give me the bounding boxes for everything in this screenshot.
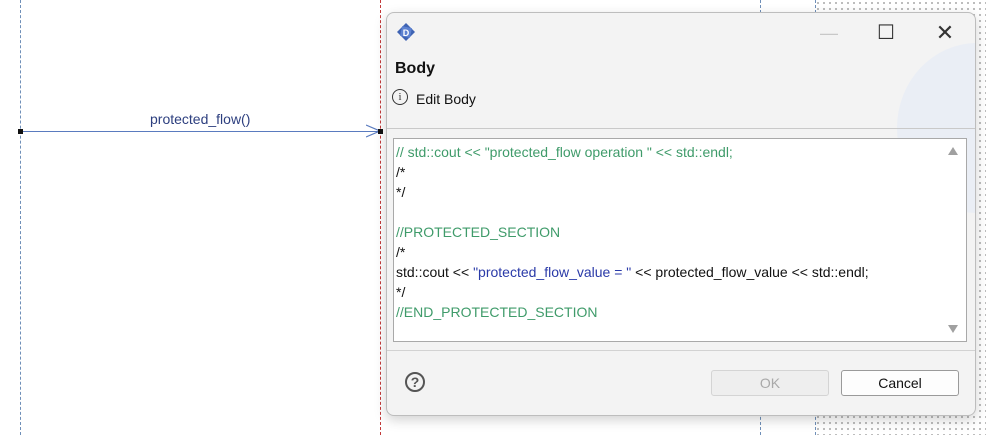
code-line[interactable]: /* (396, 242, 869, 262)
code-line[interactable]: //END_PROTECTED_SECTION (396, 302, 869, 322)
code-line[interactable]: */ (396, 282, 869, 302)
maximize-button[interactable]: ☐ (866, 19, 906, 47)
lifeline-left (20, 0, 21, 435)
svg-text:D: D (403, 28, 410, 38)
scroll-up-arrow-icon[interactable] (948, 147, 958, 155)
code-line[interactable]: std::cout << "protected_flow_value = " <… (396, 262, 869, 282)
code-token: << protected_flow_value << std::endl; (631, 264, 869, 280)
message-line[interactable] (20, 131, 380, 132)
lifeline-center (380, 0, 381, 435)
code-line[interactable]: // std::cout << "protected_flow operatio… (396, 142, 869, 162)
message-target-anchor[interactable] (378, 129, 383, 134)
scroll-down-arrow-icon[interactable] (948, 325, 958, 333)
message-source-anchor[interactable] (18, 129, 23, 134)
code-string-literal: "protected_flow_value = " (473, 264, 632, 280)
dialog-titlebar[interactable]: D — ☐ ✕ (387, 13, 975, 49)
code-line[interactable]: //PROTECTED_SECTION (396, 222, 869, 242)
dialog-message: Edit Body (416, 91, 476, 107)
code-line[interactable] (396, 202, 869, 222)
minimize-button[interactable]: — (809, 19, 849, 47)
code-text[interactable]: // std::cout << "protected_flow operatio… (396, 142, 869, 322)
code-token: std::cout << (396, 264, 474, 280)
body-code-editor[interactable]: // std::cout << "protected_flow operatio… (393, 138, 967, 342)
edit-body-dialog: D — ☐ ✕ Body i Edit Body // std::cout <<… (386, 12, 976, 416)
ok-button[interactable]: OK (711, 370, 829, 396)
help-icon[interactable]: ? (405, 372, 425, 392)
message-label[interactable]: protected_flow() (150, 111, 250, 127)
code-line[interactable]: /* (396, 162, 869, 182)
cancel-button[interactable]: Cancel (841, 370, 959, 396)
banner-separator (387, 128, 975, 129)
dialog-title: Body (395, 60, 435, 77)
info-icon: i (392, 89, 408, 105)
close-button[interactable]: ✕ (925, 19, 965, 47)
papyrus-app-icon: D (397, 23, 415, 41)
footer-separator (387, 350, 975, 351)
code-line[interactable]: */ (396, 182, 869, 202)
